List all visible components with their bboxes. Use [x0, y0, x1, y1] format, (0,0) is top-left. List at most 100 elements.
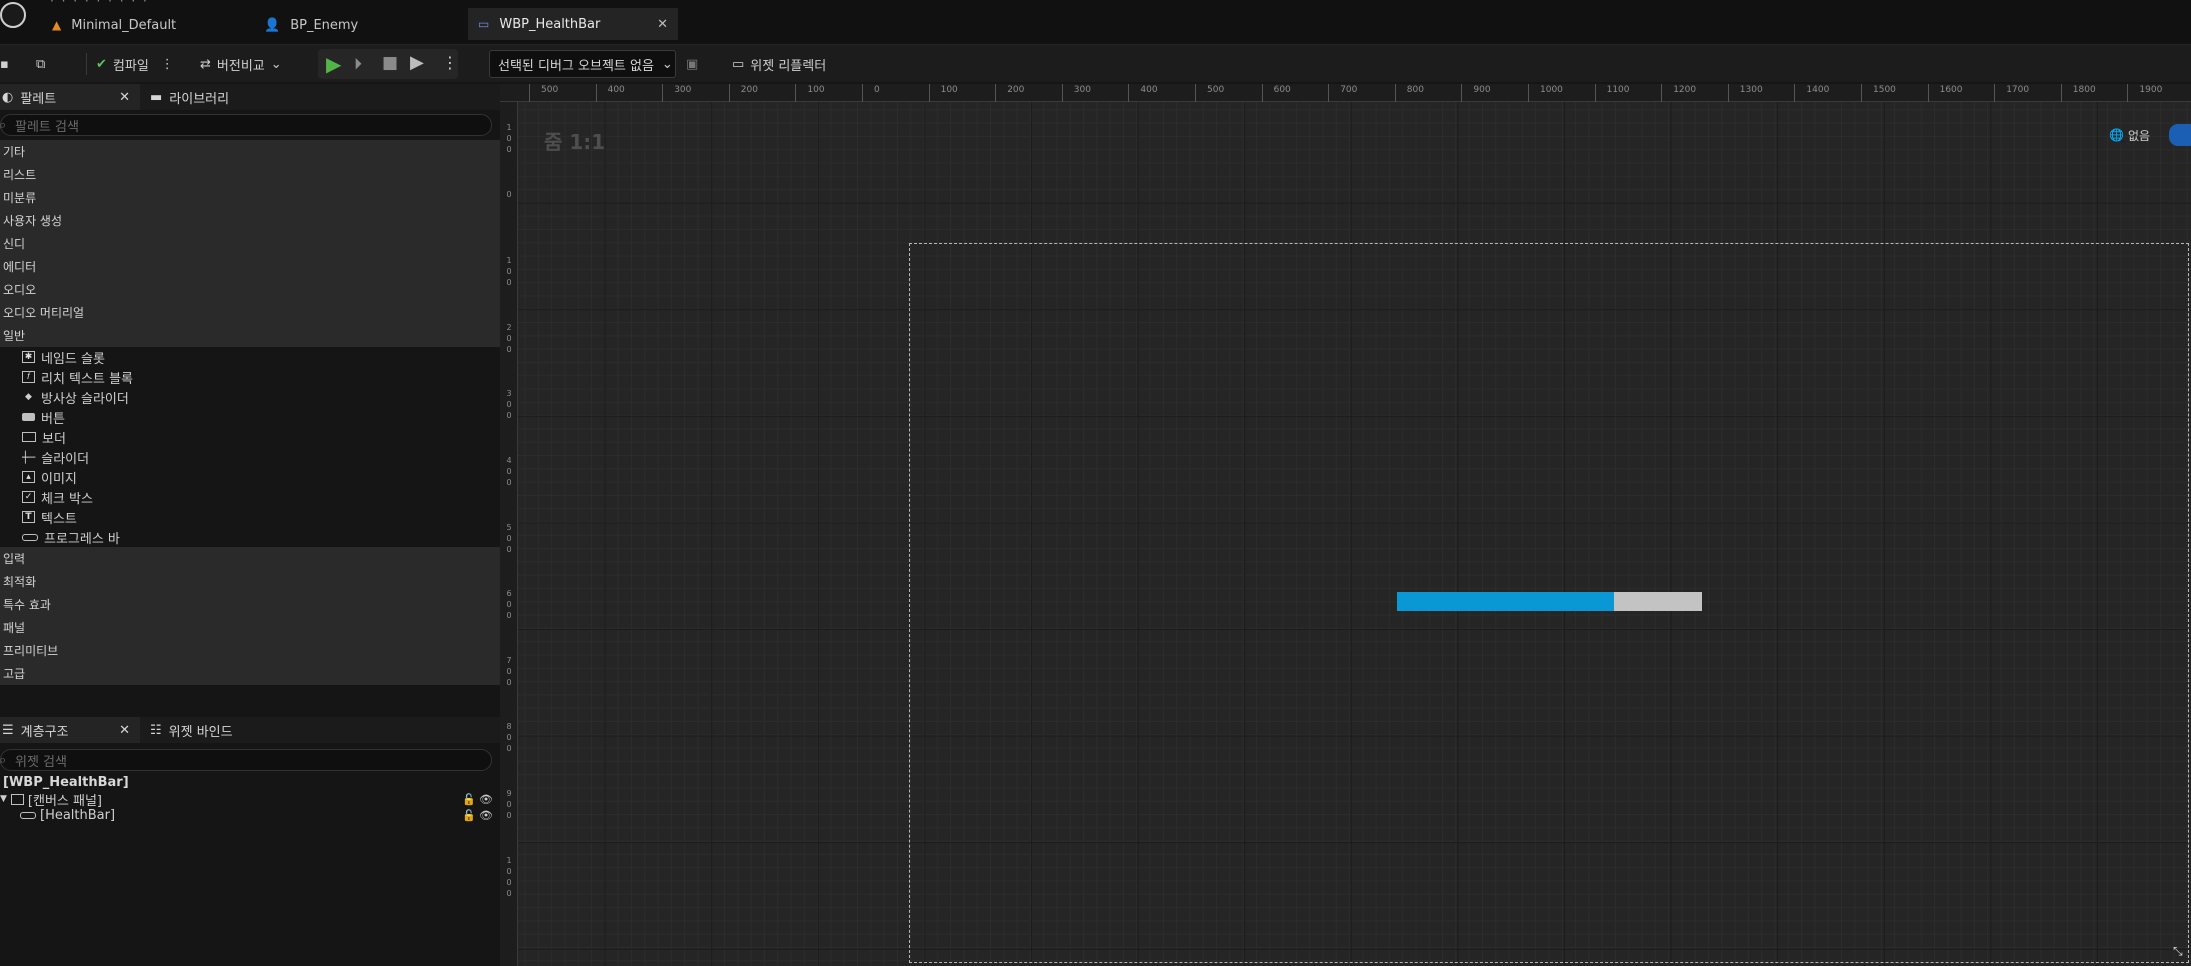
- unreal-logo-icon[interactable]: [0, 2, 26, 28]
- tab-label: WBP_HealthBar: [499, 16, 601, 32]
- palette-item-image[interactable]: ▴ 이미지: [22, 467, 77, 487]
- main-menu-fragment[interactable]: · · · · · · · · ·: [50, 0, 149, 8]
- lock-icon[interactable]: 🔓: [462, 809, 476, 822]
- item-label: 보더: [42, 431, 66, 447]
- palette-category[interactable]: 고급: [0, 662, 500, 685]
- palette-category[interactable]: 사용자 생성: [0, 209, 500, 232]
- tree-node-canvas-panel[interactable]: ▼ [캔버스 패널] 🔓 👁: [0, 791, 495, 809]
- tab-widget-bindings[interactable]: ☷ 위젯 바인드: [150, 717, 233, 743]
- tab-library[interactable]: ▬ 라이브러리: [150, 84, 229, 110]
- palette-category[interactable]: 오디오 머티리얼: [0, 301, 500, 324]
- ruler-label: 400: [1140, 85, 1158, 95]
- main-toolbar: ▪ ⧉ ✔ 컴파일 ⋮ ⇄ 버전비교 ⌄ ▶ ⏵ ■ ▶ ⋮ 선택된 디버그 오…: [0, 44, 2191, 82]
- close-icon[interactable]: ✕: [119, 90, 130, 105]
- category-label: 사용자 생성: [3, 214, 63, 228]
- tab-hierarchy[interactable]: ☰ 계층구조 ✕: [0, 717, 140, 743]
- horizontal-ruler: 500 400 300 200 100 0 100 200 300 400 500 600 700 800…: [500, 84, 2191, 102]
- palette-item-text[interactable]: T 텍스트: [22, 507, 77, 527]
- globe-icon: 🌐: [2109, 128, 2124, 142]
- progress-bar-icon: [22, 533, 38, 541]
- stop-icon[interactable]: ■: [382, 53, 398, 73]
- palette-category-common[interactable]: 일반: [0, 324, 500, 347]
- palette-item-rich-text[interactable]: 𝑓 리치 텍스트 블록: [22, 367, 133, 387]
- reflector-icon: ▭: [732, 56, 745, 72]
- palette-category[interactable]: 프리미티브: [0, 639, 500, 662]
- eye-icon[interactable]: 👁: [479, 809, 493, 822]
- category-label: 패널: [3, 621, 26, 635]
- tab-label: 계층구조: [20, 724, 69, 740]
- chevron-down-icon: ⌄: [661, 56, 673, 72]
- tree-node-healthbar[interactable]: [HealthBar] 🔓 👁: [20, 807, 495, 823]
- resize-handle-icon[interactable]: ⤡: [2173, 944, 2183, 959]
- hierarchy-root[interactable]: [WBP_HealthBar]: [3, 775, 129, 790]
- debug-filter-icon[interactable]: ▣: [686, 51, 698, 77]
- tab-bp-enemy[interactable]: 👤 BP_Enemy: [254, 10, 368, 40]
- ruler-tick: [1994, 84, 1996, 102]
- healthbar-progress-widget[interactable]: [1397, 592, 1702, 611]
- more-options-icon[interactable]: ⋮: [161, 57, 174, 72]
- hierarchy-search-input[interactable]: ⌕ 위젯 검색: [0, 749, 492, 771]
- close-icon[interactable]: ✕: [657, 17, 668, 32]
- palette-item-border[interactable]: 보더: [22, 427, 66, 447]
- tab-wbp-healthbar[interactable]: ▭ WBP_HealthBar ✕: [468, 8, 678, 40]
- play-icon[interactable]: ▶: [326, 52, 341, 76]
- palette-category[interactable]: 신디: [0, 232, 500, 255]
- bindings-icon: ☷: [150, 722, 162, 738]
- designer-grid[interactable]: 줌 1:1 🌐 없음 🔒 ⤡: [518, 102, 2191, 966]
- ruler-tick: [1661, 84, 1663, 102]
- palette-category[interactable]: 패널: [0, 616, 500, 639]
- browse-icon[interactable]: ⧉: [36, 51, 45, 77]
- ruler-tick: [1394, 84, 1396, 102]
- ruler-tick: [1727, 84, 1729, 102]
- ruler-label: 100: [506, 256, 512, 288]
- ruler-tick: [595, 84, 597, 102]
- ruler-label: 600: [506, 589, 512, 621]
- tab-minimal-default[interactable]: ▲ Minimal_Default: [42, 10, 186, 40]
- ruler-label: 1600: [1939, 85, 1963, 95]
- ruler-label: 800: [506, 722, 512, 754]
- palette-category[interactable]: 특수 효과: [0, 593, 500, 616]
- simulate-icon[interactable]: ▶: [410, 52, 424, 73]
- tab-palette[interactable]: ◐ 팔레트 ✕: [0, 84, 140, 110]
- diff-button[interactable]: ⇄ 버전비교 ⌄: [200, 51, 282, 77]
- widget-reflector-button[interactable]: ▭ 위젯 리플렉터: [732, 51, 826, 77]
- palette-category[interactable]: 에디터: [0, 255, 500, 278]
- palette-category[interactable]: 입력: [0, 547, 500, 570]
- palette-item-checkbox[interactable]: ✓ 체크 박스: [22, 487, 93, 507]
- palette-category[interactable]: 최적화: [0, 570, 500, 593]
- palette-category[interactable]: 오디오: [0, 278, 500, 301]
- palette-item-progress-bar[interactable]: 프로그레스 바: [22, 527, 120, 547]
- ruler-label: 300: [674, 85, 692, 95]
- compile-button[interactable]: ✔ 컴파일 ⋮: [96, 51, 174, 77]
- more-options-icon[interactable]: ⋮: [442, 53, 458, 72]
- save-icon[interactable]: ▪: [0, 51, 9, 77]
- category-label: 특수 효과: [3, 598, 51, 612]
- palette-category[interactable]: 기타: [0, 140, 500, 163]
- ruler-tick: [1861, 84, 1862, 102]
- folder-icon: ▬: [150, 89, 163, 105]
- palette-category[interactable]: 미분류: [0, 186, 500, 209]
- search-icon: ⌕: [0, 117, 7, 133]
- palette-item-named-slot[interactable]: ✱ 네임드 슬롯: [22, 347, 105, 367]
- palette-item-radial-slider[interactable]: ◆ 방사상 슬라이더: [22, 387, 129, 407]
- palette-category[interactable]: 리스트: [0, 163, 500, 186]
- debug-object-select[interactable]: 선택된 디버그 오브젝트 없음 ⌄: [489, 50, 676, 78]
- progress-bar-icon: [20, 811, 36, 819]
- hierarchy-tab-row: ☰ 계층구조 ✕ ☷ 위젯 바인드: [0, 717, 500, 743]
- palette-search-input[interactable]: ⌕ 팔레트 검색: [0, 114, 492, 136]
- item-label: 슬라이더: [41, 451, 90, 467]
- palette-item-slider[interactable]: ┼─ 슬라이더: [22, 447, 89, 467]
- lock-icon[interactable]: 🔓: [462, 793, 476, 806]
- ruler-label: 700: [1340, 85, 1358, 95]
- step-icon[interactable]: ⏵: [354, 54, 362, 74]
- close-icon[interactable]: ✕: [119, 723, 130, 738]
- expand-arrow-icon[interactable]: ▼: [0, 794, 7, 804]
- dpi-scale-button[interactable]: 🌐 없음: [2109, 124, 2150, 146]
- designer-viewport[interactable]: 500 400 300 200 100 0 100 200 300 400 500 600 700 800…: [500, 84, 2191, 966]
- tab-label: 라이브러리: [169, 91, 230, 107]
- eye-icon[interactable]: 👁: [479, 793, 493, 806]
- palette-item-button[interactable]: 버튼: [22, 407, 65, 427]
- category-label: 최적화: [3, 575, 37, 589]
- radial-slider-icon: ◆: [25, 392, 32, 402]
- lock-toggle[interactable]: 🔒: [2169, 124, 2191, 146]
